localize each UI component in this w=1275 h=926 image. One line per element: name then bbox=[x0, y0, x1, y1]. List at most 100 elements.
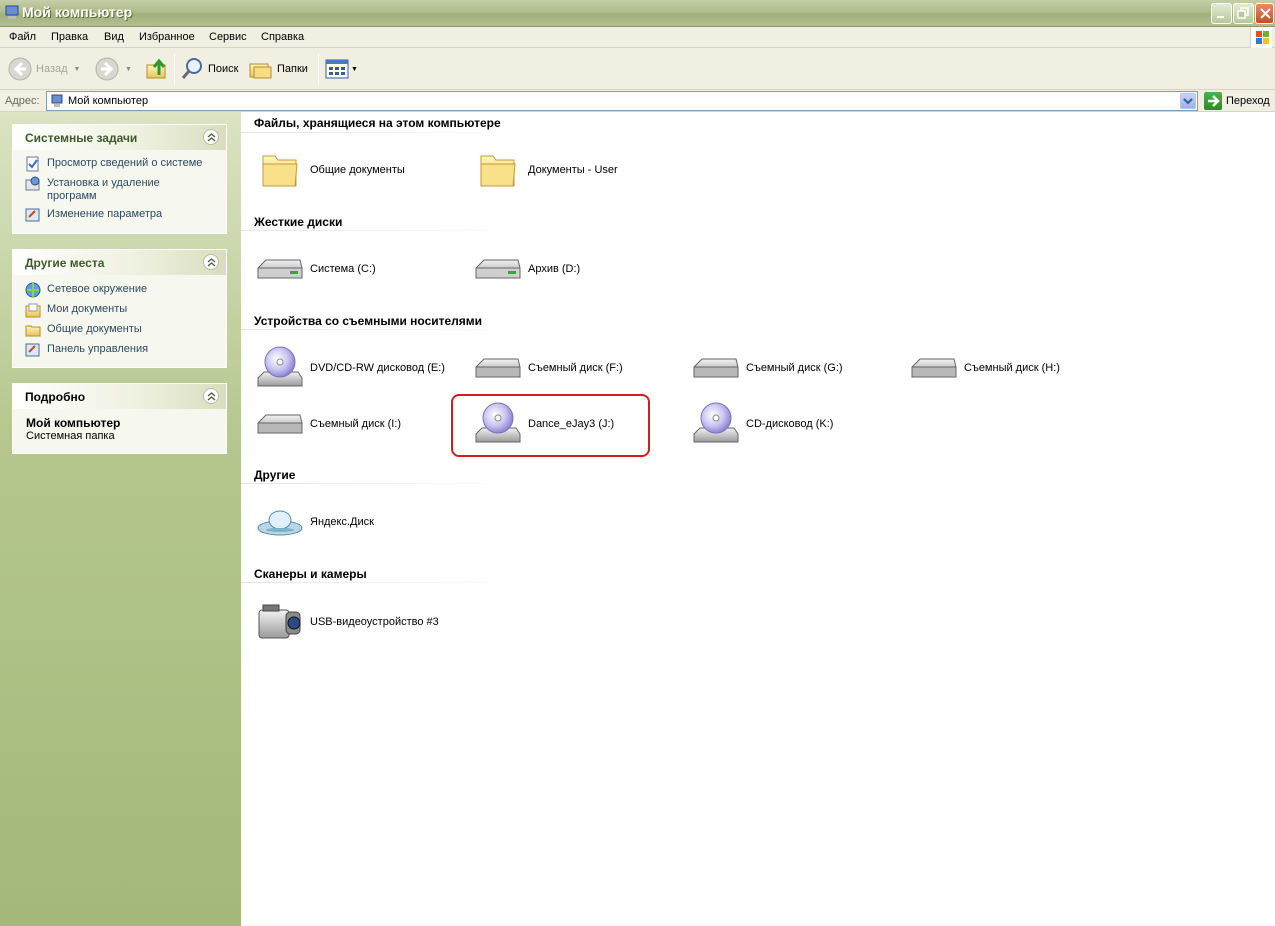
place-label: Сетевое окружение bbox=[47, 283, 148, 295]
menu-tools[interactable]: Сервис bbox=[209, 31, 247, 43]
group-header-hard-drives: Жесткие диски bbox=[254, 215, 343, 229]
item-label: Съемный диск (H:) bbox=[964, 362, 1060, 374]
address-value: Мой компьютер bbox=[68, 95, 149, 107]
group-divider bbox=[241, 483, 531, 484]
window-title: Мой компьютер bbox=[22, 4, 133, 20]
place-network[interactable]: Сетевое окружение bbox=[25, 282, 226, 298]
group-header-removable: Устройства со съемными носителями bbox=[254, 314, 483, 328]
item-drive-i[interactable]: Съемный диск (I:) bbox=[256, 400, 401, 448]
removable-drive-icon bbox=[256, 400, 304, 448]
folders-button[interactable]: Папки bbox=[249, 55, 308, 83]
menu-edit[interactable]: Правка bbox=[51, 31, 88, 43]
details-type: Системная папка bbox=[26, 430, 115, 442]
restore-button[interactable] bbox=[1233, 3, 1254, 24]
address-dropdown-button[interactable] bbox=[1180, 93, 1196, 109]
collapse-icon[interactable] bbox=[203, 388, 219, 404]
search-label: Поиск bbox=[208, 63, 239, 75]
network-icon bbox=[25, 282, 41, 298]
group-divider bbox=[241, 132, 531, 133]
item-drive-d[interactable]: Архив (D:) bbox=[474, 245, 580, 293]
address-bar: Адрес: Мой компьютер Переход bbox=[0, 90, 1275, 112]
forward-button[interactable]: ▼ bbox=[95, 55, 132, 83]
other-places-header[interactable]: Другие места bbox=[13, 250, 226, 275]
system-tasks-header[interactable]: Системные задачи bbox=[13, 125, 226, 150]
item-drive-h[interactable]: Съемный диск (H:) bbox=[910, 344, 1060, 392]
item-label: CD-дисковод (K:) bbox=[746, 418, 834, 430]
item-usb-video-device[interactable]: USB-видеоустройство #3 bbox=[256, 598, 439, 646]
address-input[interactable]: Мой компьютер bbox=[46, 91, 1198, 111]
item-documents-user[interactable]: Документы - User bbox=[474, 146, 618, 194]
address-label: Адрес: bbox=[5, 95, 40, 107]
details-panel: Подробно Мой компьютер Системная папка bbox=[12, 383, 227, 454]
task-label: Установка и удаление программ bbox=[47, 177, 160, 202]
task-change-setting[interactable]: Изменение параметра bbox=[25, 207, 226, 223]
other-places-panel: Другие места Сетевое окружение Мои докум… bbox=[12, 249, 227, 368]
back-button[interactable]: Назад ▼ bbox=[8, 55, 80, 83]
item-label: Общие документы bbox=[310, 164, 405, 176]
place-shared-documents[interactable]: Общие документы bbox=[25, 322, 226, 338]
highlight-annotation bbox=[451, 394, 650, 457]
menu-help[interactable]: Справка bbox=[261, 31, 304, 43]
ufo-icon bbox=[256, 498, 304, 546]
item-drive-c[interactable]: Система (C:) bbox=[256, 245, 376, 293]
minimize-button[interactable] bbox=[1211, 3, 1232, 24]
item-drive-g[interactable]: Съемный диск (G:) bbox=[692, 344, 843, 392]
item-yandex-disk[interactable]: Яндекс.Диск bbox=[256, 498, 374, 546]
menu-view[interactable]: Вид bbox=[104, 31, 124, 43]
details-header[interactable]: Подробно bbox=[13, 384, 226, 409]
collapse-icon[interactable] bbox=[203, 129, 219, 145]
item-label: DVD/CD-RW дисковод (E:) bbox=[310, 362, 445, 374]
title-bar[interactable]: Мой компьютер bbox=[0, 0, 1275, 27]
item-drive-f[interactable]: Съемный диск (F:) bbox=[474, 344, 623, 392]
folders-icon bbox=[249, 63, 272, 79]
go-arrow-icon bbox=[1204, 92, 1222, 110]
system-info-icon bbox=[26, 156, 39, 172]
forward-arrow-icon bbox=[95, 57, 119, 81]
up-folder-button[interactable] bbox=[145, 55, 169, 83]
other-places-title: Другие места bbox=[25, 256, 105, 270]
menu-file[interactable]: Файл bbox=[9, 31, 36, 43]
folder-icon bbox=[25, 325, 41, 337]
back-label: Назад bbox=[36, 63, 68, 75]
views-dropdown-icon[interactable]: ▼ bbox=[351, 66, 358, 73]
folder-icon bbox=[256, 146, 304, 194]
item-shared-documents[interactable]: Общие документы bbox=[256, 146, 405, 194]
place-my-documents[interactable]: Мои документы bbox=[25, 302, 226, 318]
place-label: Общие документы bbox=[47, 323, 142, 335]
place-label: Мои документы bbox=[47, 303, 128, 315]
menu-bar: Файл Правка Вид Избранное Сервис Справка bbox=[0, 27, 1275, 48]
windows-logo-icon bbox=[1250, 27, 1272, 48]
back-dropdown-icon[interactable]: ▼ bbox=[74, 66, 81, 73]
search-button[interactable]: Поиск bbox=[180, 55, 238, 83]
task-pane: Системные задачи Просмотр сведений о сис… bbox=[0, 112, 241, 926]
details-name: Мой компьютер bbox=[26, 416, 121, 430]
place-control-panel[interactable]: Панель управления bbox=[25, 342, 226, 358]
removable-drive-icon bbox=[692, 344, 740, 392]
forward-dropdown-icon[interactable]: ▼ bbox=[125, 66, 132, 73]
task-view-system-info[interactable]: Просмотр сведений о системе bbox=[25, 156, 226, 172]
views-button[interactable]: ▼ bbox=[325, 55, 358, 83]
details-title: Подробно bbox=[25, 390, 86, 404]
system-tasks-panel: Системные задачи Просмотр сведений о сис… bbox=[12, 124, 227, 234]
close-button[interactable] bbox=[1255, 3, 1274, 24]
collapse-icon[interactable] bbox=[203, 254, 219, 270]
item-label: Съемный диск (F:) bbox=[528, 362, 623, 374]
item-label: Яндекс.Диск bbox=[310, 516, 374, 528]
menu-favorites[interactable]: Избранное bbox=[139, 31, 195, 43]
search-icon bbox=[181, 58, 202, 79]
go-button[interactable]: Переход bbox=[1204, 92, 1270, 110]
views-icon bbox=[325, 59, 349, 79]
place-label: Панель управления bbox=[47, 343, 149, 355]
hard-drive-icon bbox=[256, 245, 304, 293]
item-drive-e[interactable]: DVD/CD-RW дисковод (E:) bbox=[256, 344, 445, 392]
task-add-remove-programs[interactable]: Установка и удаление программ bbox=[25, 176, 226, 203]
item-drive-k[interactable]: CD-дисковод (K:) bbox=[692, 400, 833, 448]
back-arrow-icon bbox=[8, 57, 32, 81]
group-divider bbox=[241, 582, 531, 583]
folder-icon bbox=[474, 146, 522, 194]
cd-drive-icon bbox=[256, 344, 304, 392]
system-tasks-title: Системные задачи bbox=[25, 131, 138, 145]
my-documents-icon bbox=[25, 303, 41, 318]
control-panel-icon bbox=[25, 343, 40, 357]
task-label: Просмотр сведений о системе bbox=[47, 157, 203, 169]
